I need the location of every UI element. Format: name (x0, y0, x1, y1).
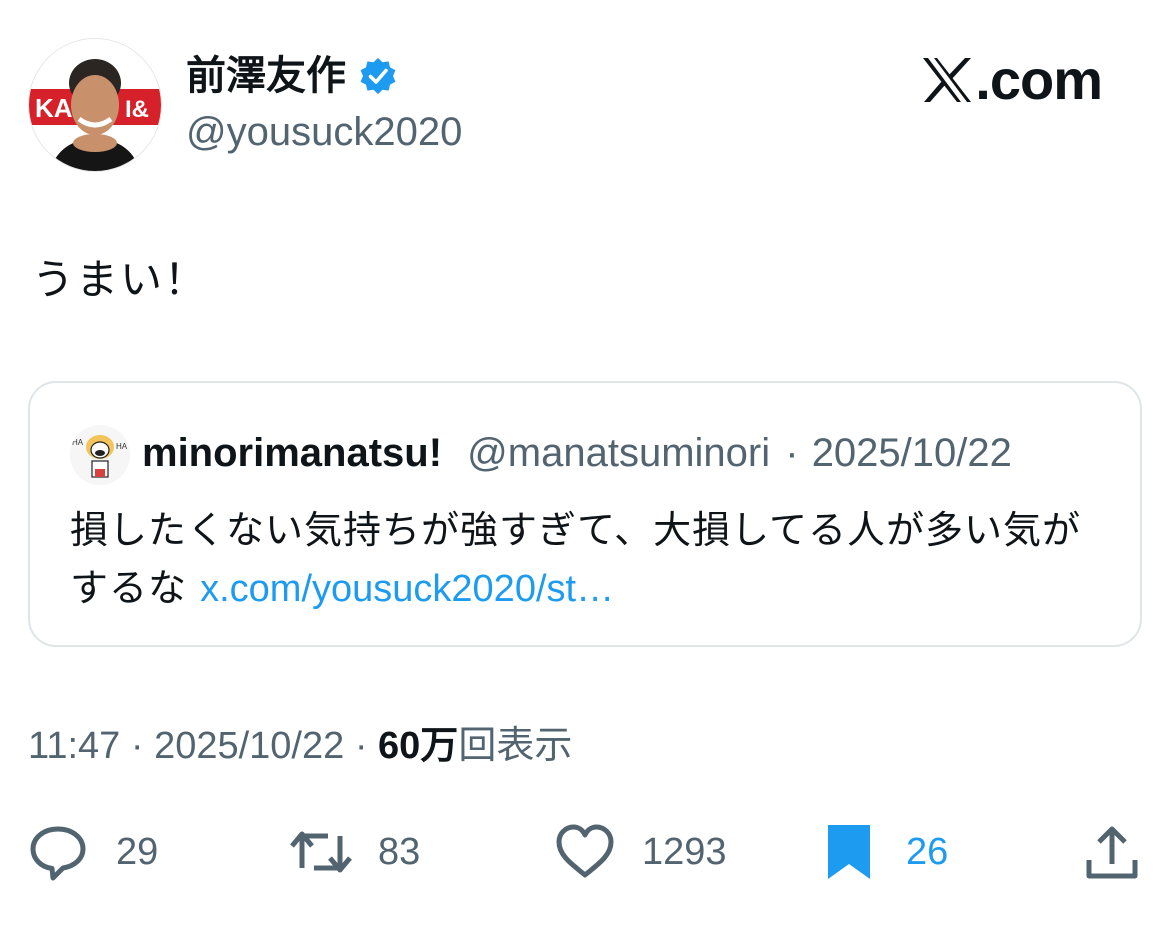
svg-text:I&: I& (125, 96, 149, 123)
quoted-author-name[interactable]: minorimanatsu! (142, 431, 442, 475)
views-count: 60万 (378, 725, 459, 767)
like-count: 1293 (642, 830, 727, 873)
retweet-button[interactable]: 83 (288, 812, 420, 892)
quoted-tweet-card[interactable]: HA HA minorimanatsu! @manatsuminori · 20… (28, 381, 1142, 647)
bookmark-filled-icon (828, 825, 870, 879)
cartoon-avatar-icon: HA HA (70, 425, 130, 485)
svg-text:HA: HA (72, 438, 84, 447)
reply-icon (30, 826, 86, 881)
quoted-author-avatar: HA HA (70, 425, 130, 485)
author-handle[interactable]: @yousuck2020 (186, 106, 462, 158)
author-name-text: 前澤友作 (186, 53, 346, 99)
x-logo-icon (923, 58, 972, 102)
quoted-tweet-link[interactable]: x.com/yousuck2020/st… (200, 568, 614, 610)
quoted-tweet-body: 損したくない気持ちが強すぎて、大損してる人が多い気がするな x.com/yous… (70, 501, 1110, 618)
brand-text: .com (975, 48, 1103, 111)
quoted-tweet-header: minorimanatsu! @manatsuminori · 2025/10/… (142, 427, 1012, 479)
x-com-logo: .com (921, 48, 1103, 112)
bookmark-count: 26 (906, 830, 949, 873)
heart-icon (556, 824, 614, 878)
share-button[interactable] (1084, 812, 1140, 892)
separator-dot: · (130, 725, 155, 767)
quoted-author-handle[interactable]: @manatsuminori (467, 431, 770, 475)
tweet-time[interactable]: 11:47 (28, 725, 120, 767)
profile-photo-icon: KA I& (29, 39, 161, 171)
separator-dot: · (785, 431, 799, 475)
reply-button[interactable]: 29 (28, 812, 158, 892)
tweet-text: うまい！ (32, 255, 209, 304)
retweet-count: 83 (378, 830, 421, 873)
tweet-screenshot: KA I& 前澤友作 @yousuck2020 .com うまい！ HA HA … (0, 0, 1170, 930)
views-label: 回表示 (458, 725, 573, 767)
author-display-name[interactable]: 前澤友作 (186, 50, 398, 102)
action-bar: 29 83 1293 26 (0, 812, 1170, 892)
svg-text:HA: HA (116, 442, 128, 451)
share-icon (1086, 826, 1138, 879)
retweet-icon (290, 831, 352, 873)
quoted-tweet-date: 2025/10/22 (811, 431, 1012, 475)
author-avatar[interactable]: KA I& (28, 38, 162, 172)
tweet-date[interactable]: 2025/10/22 (154, 725, 344, 767)
tweet-meta: 11:47 · 2025/10/22 · 60万回表示 (28, 720, 572, 772)
reply-count: 29 (116, 830, 159, 873)
svg-text:KA: KA (35, 93, 73, 123)
separator-dot: · (354, 725, 379, 767)
bookmark-button[interactable]: 26 (824, 812, 948, 892)
verified-badge-icon (360, 58, 396, 94)
like-button[interactable]: 1293 (554, 812, 727, 892)
